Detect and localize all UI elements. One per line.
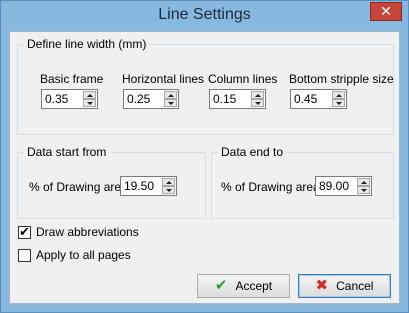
data-start-legend: Data start from	[27, 145, 107, 159]
column-lines-spinner[interactable]	[209, 89, 266, 109]
horizontal-lines-input[interactable]	[126, 91, 164, 107]
spin-up-icon[interactable]	[162, 178, 175, 186]
checkmark-icon: ✔	[19, 223, 30, 239]
apply-all-pages-option[interactable]: Apply to all pages	[18, 248, 131, 262]
data-start-label: % of Drawing area	[29, 180, 128, 194]
data-start-input[interactable]	[123, 178, 162, 194]
accept-button[interactable]: ✔ Accept	[197, 274, 290, 298]
draw-abbreviations-label: Draw abbreviations	[36, 225, 139, 239]
data-end-arrows	[357, 178, 370, 194]
close-icon: ✕	[380, 3, 392, 19]
data-start-arrows	[162, 178, 175, 194]
data-end-label: % of Drawing area	[221, 180, 320, 194]
data-start-spinner[interactable]	[120, 176, 177, 196]
basic-frame-input[interactable]	[44, 91, 83, 107]
spin-up-icon[interactable]	[357, 178, 370, 186]
spin-down-icon[interactable]	[251, 99, 264, 107]
basic-frame-spinner[interactable]	[41, 89, 98, 109]
basic-frame-label: Basic frame	[40, 72, 104, 86]
data-end-legend: Data end to	[221, 145, 284, 159]
spin-down-icon[interactable]	[83, 99, 96, 107]
data-end-spinner[interactable]	[315, 176, 372, 196]
horizontal-lines-arrows	[164, 91, 177, 107]
horizontal-lines-spinner[interactable]	[123, 89, 179, 109]
spin-down-icon[interactable]	[357, 186, 370, 194]
bottom-stripple-spinner[interactable]	[290, 89, 347, 109]
draw-abbreviations-checkbox[interactable]: ✔	[18, 223, 31, 239]
apply-all-pages-checkbox[interactable]	[18, 248, 31, 262]
spin-down-icon[interactable]	[162, 186, 175, 194]
cancel-button-label: Cancel	[336, 279, 374, 293]
horizontal-lines-label: Horizontal lines	[122, 72, 205, 86]
cross-icon: ✖	[315, 277, 329, 294]
window-title: Line Settings	[158, 6, 251, 23]
draw-abbreviations-option[interactable]: ✔ Draw abbreviations	[18, 223, 139, 239]
apply-all-pages-label: Apply to all pages	[36, 248, 131, 262]
spin-up-icon[interactable]	[332, 91, 345, 99]
title-bar[interactable]: Line Settings ✕	[1, 1, 408, 31]
spin-up-icon[interactable]	[164, 91, 177, 99]
bottom-stripple-arrows	[332, 91, 345, 107]
spin-up-icon[interactable]	[251, 91, 264, 99]
line-width-legend: Define line width (mm)	[27, 37, 147, 51]
accept-button-label: Accept	[235, 279, 273, 293]
bottom-stripple-input[interactable]	[293, 91, 332, 107]
spin-up-icon[interactable]	[83, 91, 96, 99]
column-lines-input[interactable]	[212, 91, 251, 107]
column-lines-label: Column lines	[208, 72, 278, 86]
close-button[interactable]: ✕	[370, 2, 402, 21]
data-end-input[interactable]	[318, 178, 357, 194]
spin-down-icon[interactable]	[332, 99, 345, 107]
bottom-stripple-label: Bottom stripple size	[289, 72, 394, 86]
check-icon: ✔	[214, 277, 228, 294]
spin-down-icon[interactable]	[164, 99, 177, 107]
dialog-body: Define line width (mm) Basic frame Horiz…	[9, 31, 400, 304]
basic-frame-arrows	[83, 91, 96, 107]
dialog-window: Line Settings ✕ Define line width (mm) B…	[0, 0, 409, 313]
column-lines-arrows	[251, 91, 264, 107]
cancel-button[interactable]: ✖ Cancel	[298, 274, 391, 298]
line-width-group: Define line width (mm)	[17, 37, 394, 135]
